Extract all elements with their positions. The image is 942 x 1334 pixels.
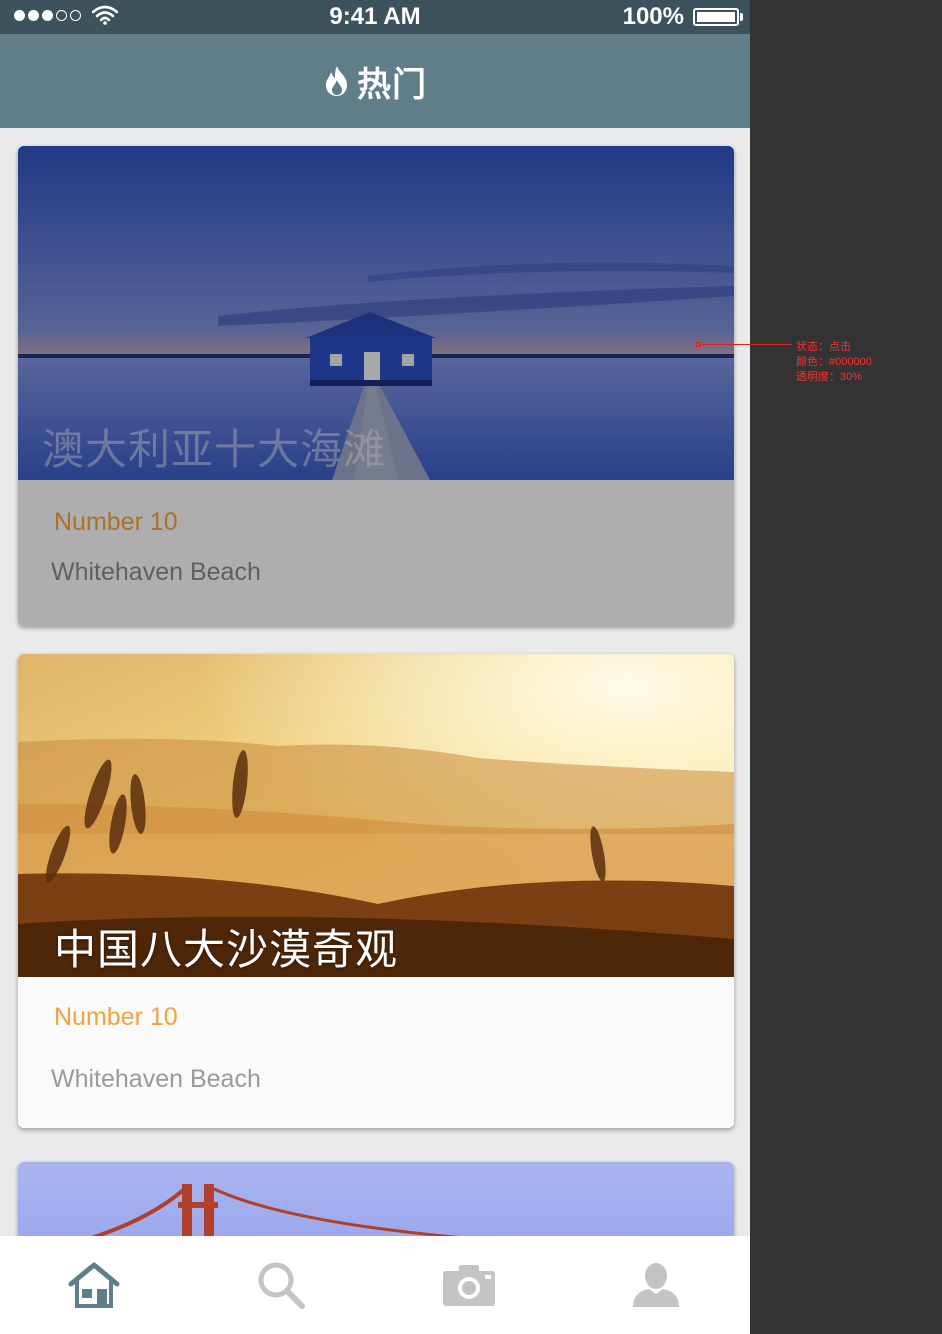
annotation-marker <box>696 342 701 347</box>
battery-tip <box>740 13 743 21</box>
nav-bar: 热门 <box>0 34 750 128</box>
battery-icon <box>693 8 739 26</box>
camera-icon <box>442 1265 495 1306</box>
card-place: Whitehaven Beach <box>51 1065 261 1093</box>
tab-profile[interactable] <box>563 1236 751 1334</box>
annotation-text: 状态：点击 颜色：#000000 透明度：30% <box>796 340 872 385</box>
card-image-lake-boathouse: 澳大利亚十大海滩 <box>18 146 734 480</box>
search-icon <box>258 1262 306 1309</box>
annotation-leader-line <box>702 344 792 345</box>
battery-percent: 100% <box>622 3 684 30</box>
annotation-line-color: 颜色：#000000 <box>796 356 872 368</box>
card-place: Whitehaven Beach <box>51 558 261 586</box>
tab-search[interactable] <box>188 1236 376 1334</box>
tab-bar <box>0 1236 750 1334</box>
profile-icon <box>633 1263 680 1307</box>
card-title: 中国八大沙漠奇观 <box>54 926 399 973</box>
card-body: Number 10 Whitehaven Beach <box>18 480 734 626</box>
tab-home[interactable] <box>0 1236 188 1334</box>
phone-screen: 9:41 AM 100% 热门 澳大利亚十大海滩 Number 10 White… <box>0 0 750 1334</box>
card-number: Number 10 <box>54 1003 178 1031</box>
topic-card[interactable]: 澳大利亚十大海滩 Number 10 Whitehaven Beach <box>18 146 734 626</box>
annotation-line-state: 状态：点击 <box>796 341 851 353</box>
page-title: 热门 <box>357 65 427 104</box>
card-title: 澳大利亚十大海滩 <box>42 426 387 473</box>
home-icon <box>68 1262 120 1308</box>
card-body: Number 10 Whitehaven Beach <box>18 977 734 1128</box>
flame-icon <box>326 66 347 96</box>
annotation-line-opacity: 透明度：30% <box>796 371 863 383</box>
card-number: Number 10 <box>54 508 178 536</box>
tab-camera[interactable] <box>375 1236 563 1334</box>
card-image-desert-sunset: 中国八大沙漠奇观 <box>18 654 734 977</box>
design-annotation: 状态：点击 颜色：#000000 透明度：30% <box>696 340 936 390</box>
topic-card[interactable]: 中国八大沙漠奇观 Number 10 Whitehaven Beach <box>18 654 734 1128</box>
status-bar: 9:41 AM 100% <box>0 0 750 34</box>
